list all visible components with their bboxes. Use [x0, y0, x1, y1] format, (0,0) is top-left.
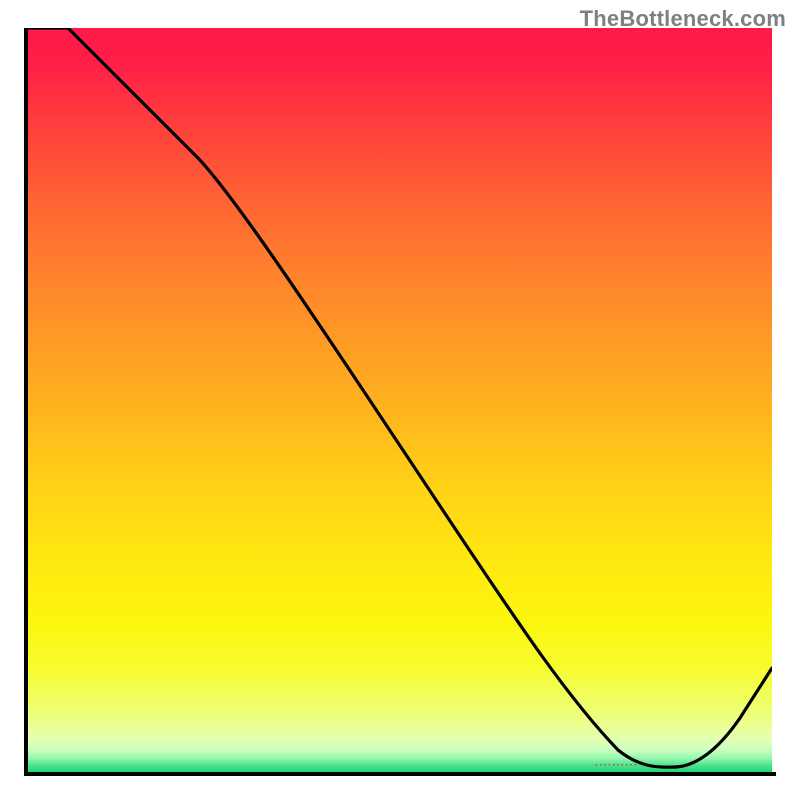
x-axis-line	[24, 772, 776, 776]
plot-gradient-background	[28, 28, 772, 772]
chart-canvas: TheBottleneck.com ··········	[0, 0, 800, 800]
y-axis-line	[24, 28, 28, 776]
valley-marker: ··········	[595, 760, 638, 771]
